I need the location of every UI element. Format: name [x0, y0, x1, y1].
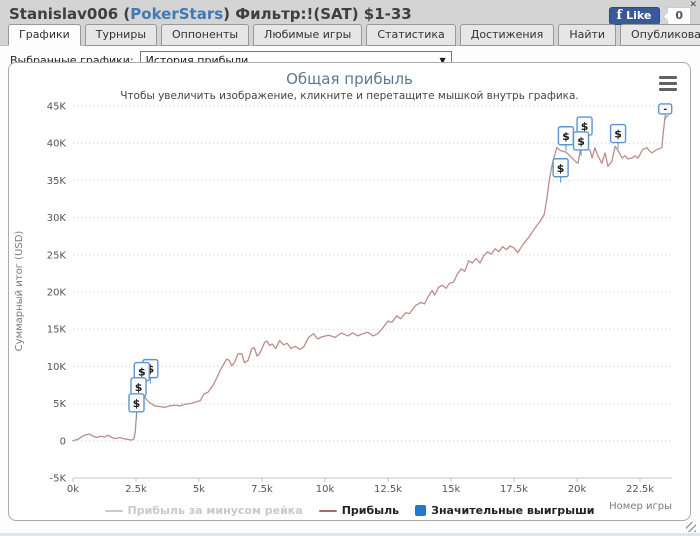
tab-publish[interactable]: Опубликовать	[620, 24, 700, 46]
site-name-link[interactable]: PokerStars	[130, 5, 223, 23]
legend-line-icon-profit-minus-rake	[104, 509, 123, 512]
y-axis-title: Суммарный итог (USD)	[14, 231, 25, 352]
svg-text:12.5k: 12.5k	[374, 484, 402, 495]
svg-text:10K: 10K	[47, 362, 67, 373]
svg-text:5k: 5k	[193, 484, 205, 495]
svg-text:25K: 25K	[47, 250, 67, 261]
legend-label-profit: Прибыль	[341, 504, 400, 517]
svg-text:2.5k: 2.5k	[125, 484, 147, 495]
svg-text:$: $	[557, 162, 565, 175]
profit-line-series[interactable]	[72, 115, 669, 442]
svg-text:15k: 15k	[442, 484, 461, 495]
page-title: Stanislav006 (PokerStars) Фильтр:!(SAT) …	[9, 5, 412, 23]
filter-text: ) Фильтр:!(SAT) $1-33	[223, 5, 412, 23]
profit-chart-panel: 45K 40K 35K 30K 25K 20K 15K 10K 5K 0 -5K 0k 2.5k 5k 7.…	[8, 62, 691, 521]
legend-label-profit-minus-rake: Прибыль за минусом рейка	[127, 504, 303, 517]
significant-win-flag[interactable]: $	[128, 393, 145, 418]
svg-text:$: $	[562, 130, 570, 143]
tab-bar: Графики Турниры Оппоненты Любимые игры Стати…	[8, 24, 700, 46]
svg-text:45K: 45K	[47, 102, 67, 113]
player-name: Stanislav006 (	[9, 5, 131, 23]
tab-find[interactable]: Найти	[558, 24, 617, 46]
svg-text:-: -	[663, 105, 667, 115]
legend-item-significant-wins[interactable]: Значительные выигрыши	[415, 504, 595, 517]
svg-text:20k: 20k	[568, 484, 587, 495]
svg-text:$: $	[138, 366, 146, 379]
significant-win-flag[interactable]: $	[552, 158, 569, 183]
tab-achievements[interactable]: Достижения	[459, 24, 555, 46]
facebook-like-count: 0	[667, 7, 691, 25]
header-bar: Stanislav006 (PokerStars) Фильтр:!(SAT) …	[0, 0, 700, 46]
svg-text:0k: 0k	[67, 484, 79, 495]
significant-win-flag[interactable]: -	[658, 103, 673, 120]
x-axis-labels: 0k 2.5k 5k 7.5k 10k 12.5k 15k 17.5k 20k 22.5k	[67, 484, 654, 495]
svg-text:-5K: -5K	[49, 474, 66, 485]
legend-label-significant-wins: Значительные выигрыши	[431, 504, 595, 517]
chart-legend: Прибыль за минусом рейка Прибыль Значитель…	[9, 504, 690, 517]
svg-text:20K: 20K	[47, 288, 67, 299]
svg-text:30K: 30K	[47, 213, 67, 224]
svg-text:0: 0	[60, 436, 66, 447]
svg-text:15K: 15K	[47, 325, 67, 336]
tab-graphs[interactable]: Графики	[8, 24, 81, 46]
svg-text:$: $	[614, 128, 622, 141]
facebook-like-widget: f Like 0	[609, 7, 691, 25]
facebook-logo-icon: f	[616, 7, 623, 23]
svg-text:$: $	[133, 397, 141, 410]
content-area: Выбранные графики: История прибыли ▼ 45K…	[0, 46, 700, 536]
significant-win-flag[interactable]: $	[557, 126, 575, 151]
svg-text:40K: 40K	[47, 139, 67, 150]
tab-favorite-games[interactable]: Любимые игры	[253, 24, 363, 46]
sharkscope-player-page: Stanislav006 (PokerStars) Фильтр:!(SAT) …	[0, 0, 700, 536]
svg-text:17.5k: 17.5k	[500, 484, 528, 495]
svg-text:$: $	[581, 120, 589, 133]
y-axis-labels: 45K 40K 35K 30K 25K 20K 15K 10K 5K 0 -5K	[47, 102, 67, 485]
significant-win-flag[interactable]: $	[609, 123, 627, 149]
svg-text:22.5k: 22.5k	[626, 484, 654, 495]
tab-tournaments[interactable]: Турниры	[84, 24, 158, 46]
legend-item-profit[interactable]: Прибыль	[318, 504, 400, 517]
tab-opponents[interactable]: Оппоненты	[161, 24, 250, 46]
facebook-like-label: Like	[626, 9, 652, 22]
y-gridlines	[73, 105, 672, 479]
significant-win-flag[interactable]: $	[572, 131, 590, 156]
chart-menu-icon[interactable]	[659, 76, 677, 94]
legend-item-profit-minus-rake[interactable]: Прибыль за минусом рейка	[104, 504, 303, 517]
legend-flag-icon-significant-wins	[415, 505, 427, 516]
svg-text:$: $	[135, 381, 143, 394]
facebook-like-button[interactable]: f Like	[609, 7, 661, 25]
close-icon[interactable]: ✕	[689, 0, 697, 10]
svg-text:$: $	[577, 135, 585, 148]
resize-handle-icon[interactable]	[686, 522, 696, 532]
svg-text:7.5k: 7.5k	[251, 484, 273, 495]
svg-text:35K: 35K	[47, 176, 67, 187]
profit-line-chart[interactable]: 45K 40K 35K 30K 25K 20K 15K 10K 5K 0 -5K0k 2.5k 5k 7.…	[9, 63, 690, 520]
tab-statistics[interactable]: Статистика	[366, 24, 456, 46]
svg-text:10k: 10k	[316, 484, 335, 495]
x-axis	[72, 477, 672, 482]
svg-text:5K: 5K	[53, 399, 66, 410]
legend-line-icon-profit	[318, 509, 337, 512]
